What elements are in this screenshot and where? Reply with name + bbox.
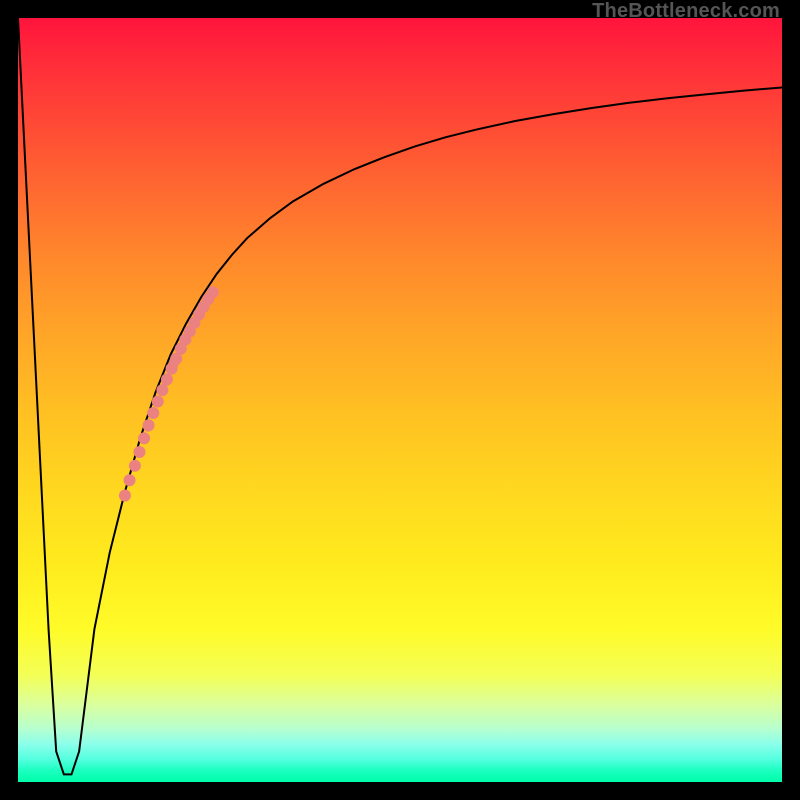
bottleneck-curve <box>18 18 782 774</box>
datapoint <box>207 286 219 298</box>
chart-container: TheBottleneck.com <box>0 0 800 800</box>
datapoint <box>138 432 150 444</box>
datapoint <box>147 407 159 419</box>
datapoint <box>129 460 141 472</box>
datapoint <box>124 474 136 486</box>
datapoint <box>169 358 179 368</box>
plot-area <box>18 18 782 782</box>
datapoint <box>133 446 145 458</box>
datapoint <box>119 490 131 502</box>
datapoint <box>161 376 171 386</box>
datapoints-group <box>119 286 219 501</box>
datapoint <box>143 422 153 432</box>
datapoint <box>177 342 187 352</box>
datapoint <box>152 397 162 407</box>
chart-svg <box>18 18 782 782</box>
